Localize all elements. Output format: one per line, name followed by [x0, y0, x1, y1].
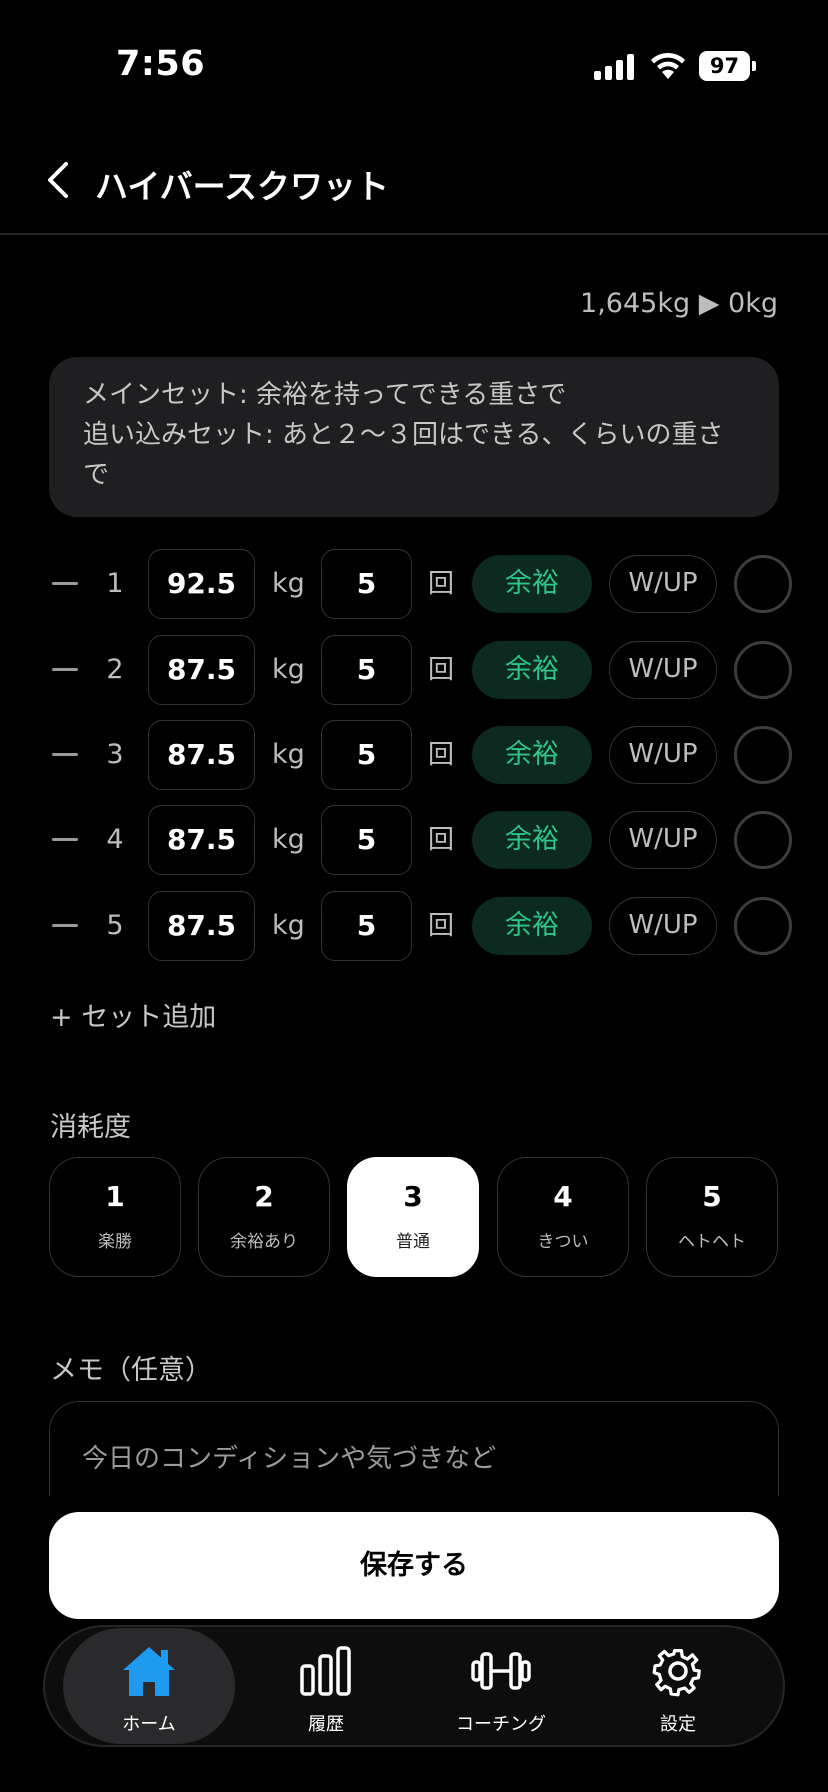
complete-checkbox[interactable]	[734, 811, 792, 869]
weight-unit: kg	[272, 910, 305, 941]
set-row: 2 87.5 kg 5 回 余裕 W/UP	[0, 635, 828, 705]
complete-checkbox[interactable]	[734, 555, 792, 613]
complete-checkbox[interactable]	[734, 726, 792, 784]
set-row: 4 87.5 kg 5 回 余裕 W/UP	[0, 805, 828, 875]
reps-input[interactable]: 5	[321, 891, 412, 961]
reps-input[interactable]: 5	[321, 549, 412, 619]
fatigue-value: 1	[105, 1180, 125, 1213]
fatigue-value: 4	[553, 1180, 573, 1213]
weight-input[interactable]: 92.5	[148, 549, 255, 619]
guidance-main-set: メインセット: 余裕を持ってできる重さで	[83, 380, 567, 410]
status-time: 7:56	[116, 44, 206, 84]
tab-settings[interactable]: 設定	[592, 1628, 764, 1744]
tab-label: 履歴	[308, 1714, 344, 1735]
home-icon	[123, 1647, 175, 1696]
remove-set-button[interactable]	[52, 668, 78, 671]
set-number: 3	[106, 739, 124, 770]
weight-input[interactable]: 87.5	[148, 805, 255, 875]
fatigue-text: 普通	[396, 1232, 430, 1252]
intensity-toggle[interactable]: 余裕	[472, 726, 592, 784]
fatigue-text: 楽勝	[98, 1232, 132, 1252]
dumbbell-icon	[471, 1652, 531, 1690]
reps-unit: 回	[428, 911, 455, 941]
weight-input[interactable]: 87.5	[148, 720, 255, 790]
remove-set-button[interactable]	[52, 924, 78, 927]
gear-icon	[652, 1648, 701, 1697]
reps-unit: 回	[428, 655, 455, 685]
set-number: 5	[106, 910, 124, 941]
fatigue-option-4[interactable]: 4 きつい	[497, 1157, 629, 1277]
set-row: 3 87.5 kg 5 回 余裕 W/UP	[0, 720, 828, 790]
memo-input[interactable]	[49, 1401, 779, 1496]
intensity-toggle[interactable]: 余裕	[472, 811, 592, 869]
fatigue-value: 2	[254, 1180, 274, 1213]
fatigue-text: きつい	[537, 1232, 589, 1252]
warmup-toggle[interactable]: W/UP	[609, 811, 717, 869]
tab-home[interactable]: ホーム	[63, 1628, 235, 1744]
weight-unit: kg	[272, 739, 305, 770]
remove-set-button[interactable]	[52, 753, 78, 756]
memo-label: メモ（任意）	[50, 1355, 212, 1386]
remove-set-button[interactable]	[52, 582, 78, 585]
reps-unit: 回	[428, 825, 455, 855]
battery-icon: 97	[699, 51, 756, 81]
tab-label: コーチング	[456, 1714, 546, 1735]
add-set-button[interactable]: + セット追加	[50, 995, 216, 1034]
cellular-signal-icon	[594, 54, 634, 80]
weight-unit: kg	[272, 824, 305, 855]
tab-label: ホーム	[122, 1714, 176, 1735]
bar-chart-icon	[300, 1646, 351, 1696]
reps-input[interactable]: 5	[321, 720, 412, 790]
fatigue-option-5[interactable]: 5 ヘトヘト	[646, 1157, 778, 1277]
wifi-icon	[651, 52, 685, 79]
fatigue-text: 余裕あり	[230, 1232, 298, 1252]
fatigue-option-2[interactable]: 2 余裕あり	[198, 1157, 330, 1277]
set-number: 1	[106, 568, 124, 599]
reps-input[interactable]: 5	[321, 805, 412, 875]
memo-container	[49, 1401, 779, 1496]
reps-input[interactable]: 5	[321, 635, 412, 705]
guidance-push-set: 追い込みセット: あと２〜３回はできる、くらいの重さで	[83, 420, 724, 490]
back-chevron-icon[interactable]	[44, 160, 72, 200]
fatigue-value: 3	[403, 1180, 423, 1213]
tab-coaching[interactable]: コーチング	[415, 1628, 587, 1744]
intensity-toggle[interactable]: 余裕	[472, 555, 592, 613]
warmup-toggle[interactable]: W/UP	[609, 555, 717, 613]
fatigue-option-3[interactable]: 3 普通	[347, 1157, 479, 1277]
warmup-toggle[interactable]: W/UP	[609, 897, 717, 955]
remove-set-button[interactable]	[52, 838, 78, 841]
weight-unit: kg	[272, 654, 305, 685]
weight-input[interactable]: 87.5	[148, 891, 255, 961]
set-number: 4	[106, 824, 124, 855]
set-number: 2	[106, 654, 124, 685]
header-divider	[0, 233, 828, 235]
set-row: 5 87.5 kg 5 回 余裕 W/UP	[0, 891, 828, 961]
set-row: 1 92.5 kg 5 回 余裕 W/UP	[0, 549, 828, 619]
reps-unit: 回	[428, 740, 455, 770]
complete-checkbox[interactable]	[734, 641, 792, 699]
tab-history[interactable]: 履歴	[240, 1628, 412, 1744]
weight-input[interactable]: 87.5	[148, 635, 255, 705]
warmup-toggle[interactable]: W/UP	[609, 726, 717, 784]
reps-unit: 回	[428, 569, 455, 599]
warmup-toggle[interactable]: W/UP	[609, 641, 717, 699]
fatigue-text: ヘトヘト	[678, 1232, 746, 1252]
intensity-toggle[interactable]: 余裕	[472, 897, 592, 955]
set-guidance-note: メインセット: 余裕を持ってできる重さで 追い込みセット: あと２〜３回はできる…	[49, 357, 779, 517]
volume-summary: 1,645kg ▶ 0kg	[580, 288, 778, 319]
weight-unit: kg	[272, 568, 305, 599]
intensity-toggle[interactable]: 余裕	[472, 641, 592, 699]
fatigue-option-1[interactable]: 1 楽勝	[49, 1157, 181, 1277]
complete-checkbox[interactable]	[734, 897, 792, 955]
fatigue-label: 消耗度	[50, 1112, 131, 1143]
save-button[interactable]: 保存する	[49, 1512, 779, 1619]
battery-level: 97	[699, 51, 750, 81]
tab-label: 設定	[660, 1714, 696, 1735]
fatigue-value: 5	[702, 1180, 722, 1213]
page-title: ハイバースクワット	[95, 167, 390, 206]
